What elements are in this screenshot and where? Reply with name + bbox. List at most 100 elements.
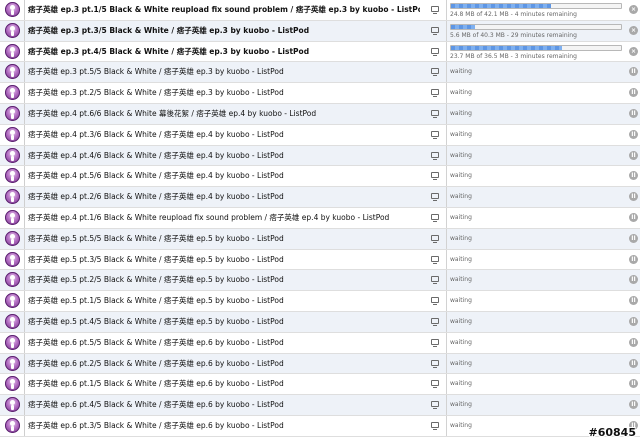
download-row[interactable]: 痞子英雄 ep.6 pt.1/5 Black & White / 痞子英雄 ep… bbox=[0, 374, 640, 396]
pause-icon[interactable]: II bbox=[629, 212, 638, 222]
column-divider bbox=[446, 374, 447, 395]
download-row[interactable]: 痞子英雄 ep.6 pt.3/5 Black & White / 痞子英雄 ep… bbox=[0, 415, 640, 437]
cancel-icon[interactable]: × bbox=[629, 46, 638, 56]
download-progress-bar bbox=[450, 23, 622, 30]
podcast-icon bbox=[5, 43, 20, 59]
download-status: waiting bbox=[450, 359, 472, 367]
column-divider bbox=[24, 103, 25, 124]
pause-icon[interactable]: II bbox=[629, 150, 638, 160]
pause-icon[interactable]: II bbox=[629, 129, 638, 139]
download-row[interactable]: 痞子英雄 ep.5 pt.1/5 Black & White / 痞子英雄 ep… bbox=[0, 291, 640, 312]
pause-icon[interactable]: II bbox=[629, 275, 638, 285]
pause-icon[interactable]: II bbox=[629, 108, 638, 118]
cancel-icon[interactable]: × bbox=[629, 5, 638, 14]
download-status: waiting bbox=[450, 401, 472, 409]
download-row[interactable]: 痞子英雄 ep.4 pt.5/6 Black & White / 痞子英雄 ep… bbox=[0, 166, 640, 188]
podcast-icon bbox=[5, 313, 20, 329]
progress-fill bbox=[451, 4, 552, 8]
column-divider bbox=[24, 353, 25, 374]
podcast-icon bbox=[5, 230, 20, 246]
pause-icon[interactable]: II bbox=[629, 254, 638, 264]
download-status: 23.7 MB of 36.5 MB - 3 minutes remaining bbox=[450, 52, 577, 60]
download-row[interactable]: 痞子英雄 ep.4 pt.4/6 Black & White / 痞子英雄 ep… bbox=[0, 145, 640, 167]
episode-title: 痞子英雄 ep.4 pt.2/6 Black & White / 痞子英雄 ep… bbox=[28, 192, 284, 202]
video-screen-icon bbox=[431, 6, 439, 14]
download-row[interactable]: 痞子英雄 ep.4 pt.6/6 Black & White 幕後花絮 / 痞子… bbox=[0, 103, 640, 125]
pause-icon[interactable]: II bbox=[629, 358, 638, 368]
download-row[interactable]: 痞子英雄 ep.5 pt.5/5 Black & White / 痞子英雄 ep… bbox=[0, 228, 640, 250]
column-divider bbox=[24, 395, 25, 415]
pause-icon[interactable]: II bbox=[629, 233, 638, 243]
column-divider bbox=[24, 332, 25, 353]
pause-icon[interactable]: II bbox=[629, 67, 638, 77]
download-row[interactable]: 痞子英雄 ep.6 pt.2/5 Black & White / 痞子英雄 ep… bbox=[0, 353, 640, 375]
download-row[interactable]: 痞子英雄 ep.3 pt.3/5 Black & White / 痞子英雄 ep… bbox=[0, 20, 640, 42]
video-screen-icon bbox=[431, 68, 439, 77]
video-screen-icon bbox=[431, 234, 439, 243]
column-divider bbox=[446, 20, 447, 41]
podcast-icon bbox=[5, 293, 20, 309]
download-status: waiting bbox=[450, 255, 472, 263]
pause-icon[interactable]: II bbox=[629, 192, 638, 202]
download-row[interactable]: 痞子英雄 ep.3 pt.5/5 Black & White / 痞子英雄 ep… bbox=[0, 62, 640, 84]
download-status: waiting bbox=[450, 193, 472, 201]
download-status: waiting bbox=[450, 89, 472, 97]
pause-icon[interactable]: II bbox=[629, 88, 638, 98]
pause-icon[interactable]: II bbox=[629, 316, 638, 326]
pause-icon[interactable]: II bbox=[629, 296, 638, 306]
column-divider bbox=[24, 41, 25, 62]
column-divider bbox=[446, 41, 447, 62]
cancel-icon[interactable]: × bbox=[629, 25, 638, 35]
episode-title: 痞子英雄 ep.6 pt.1/5 Black & White / 痞子英雄 ep… bbox=[28, 379, 284, 389]
download-row[interactable]: 痞子英雄 ep.5 pt.4/5 Black & White / 痞子英雄 ep… bbox=[0, 311, 640, 333]
download-row[interactable]: 痞子英雄 ep.6 pt.5/5 Black & White / 痞子英雄 ep… bbox=[0, 332, 640, 354]
download-row[interactable]: 痞子英雄 ep.3 pt.1/5 Black & White reupload … bbox=[0, 0, 640, 21]
download-row[interactable]: 痞子英雄 ep.3 pt.2/5 Black & White / 痞子英雄 ep… bbox=[0, 83, 640, 104]
download-status: waiting bbox=[450, 338, 472, 346]
episode-title: 痞子英雄 ep.3 pt.2/5 Black & White / 痞子英雄 ep… bbox=[28, 88, 284, 98]
episode-title: 痞子英雄 ep.3 pt.5/5 Black & White / 痞子英雄 ep… bbox=[28, 67, 284, 77]
podcast-icon bbox=[5, 397, 20, 413]
podcast-icon bbox=[5, 147, 20, 163]
download-row[interactable]: 痞子英雄 ep.4 pt.1/6 Black & White reupload … bbox=[0, 207, 640, 229]
episode-title: 痞子英雄 ep.6 pt.4/5 Black & White / 痞子英雄 ep… bbox=[28, 400, 284, 410]
download-row[interactable]: 痞子英雄 ep.3 pt.4/5 Black & White / 痞子英雄 ep… bbox=[0, 41, 640, 63]
podcast-icon bbox=[5, 85, 20, 101]
column-divider bbox=[24, 20, 25, 41]
download-row[interactable]: 痞子英雄 ep.6 pt.4/5 Black & White / 痞子英雄 ep… bbox=[0, 395, 640, 416]
video-screen-icon bbox=[431, 380, 439, 389]
video-screen-icon bbox=[431, 130, 439, 139]
column-divider bbox=[24, 270, 25, 291]
watermark: #60845 bbox=[588, 426, 637, 439]
video-screen-icon bbox=[431, 89, 439, 98]
video-screen-icon bbox=[431, 193, 439, 202]
pause-icon[interactable]: II bbox=[629, 379, 638, 389]
podcast-icon bbox=[5, 2, 20, 17]
video-screen-icon bbox=[431, 213, 439, 222]
column-divider bbox=[24, 228, 25, 249]
pause-icon[interactable]: II bbox=[629, 400, 638, 410]
download-row[interactable]: 痞子英雄 ep.4 pt.3/6 Black & White / 痞子英雄 ep… bbox=[0, 124, 640, 146]
podcast-icon bbox=[5, 209, 20, 225]
episode-title: 痞子英雄 ep.6 pt.2/5 Black & White / 痞子英雄 ep… bbox=[28, 358, 284, 368]
download-status: 24.8 MB of 42.1 MB - 4 minutes remaining bbox=[450, 11, 577, 18]
pause-icon[interactable]: II bbox=[629, 171, 638, 181]
column-divider bbox=[24, 207, 25, 228]
episode-title: 痞子英雄 ep.5 pt.4/5 Black & White / 痞子英雄 ep… bbox=[28, 316, 284, 326]
video-screen-icon bbox=[431, 338, 439, 347]
column-divider bbox=[446, 311, 447, 332]
download-row[interactable]: 痞子英雄 ep.5 pt.3/5 Black & White / 痞子英雄 ep… bbox=[0, 249, 640, 271]
column-divider bbox=[446, 166, 447, 187]
download-status: waiting bbox=[450, 380, 472, 388]
download-row[interactable]: 痞子英雄 ep.4 pt.2/6 Black & White / 痞子英雄 ep… bbox=[0, 187, 640, 208]
column-divider bbox=[446, 207, 447, 228]
column-divider bbox=[446, 415, 447, 436]
episode-title: 痞子英雄 ep.5 pt.2/5 Black & White / 痞子英雄 ep… bbox=[28, 275, 284, 285]
episode-title: 痞子英雄 ep.4 pt.1/6 Black & White reupload … bbox=[28, 212, 390, 222]
pause-icon[interactable]: II bbox=[629, 337, 638, 347]
download-row[interactable]: 痞子英雄 ep.5 pt.2/5 Black & White / 痞子英雄 ep… bbox=[0, 270, 640, 292]
column-divider bbox=[446, 124, 447, 145]
download-status: waiting bbox=[450, 109, 472, 117]
column-divider bbox=[446, 187, 447, 207]
column-divider bbox=[24, 291, 25, 311]
